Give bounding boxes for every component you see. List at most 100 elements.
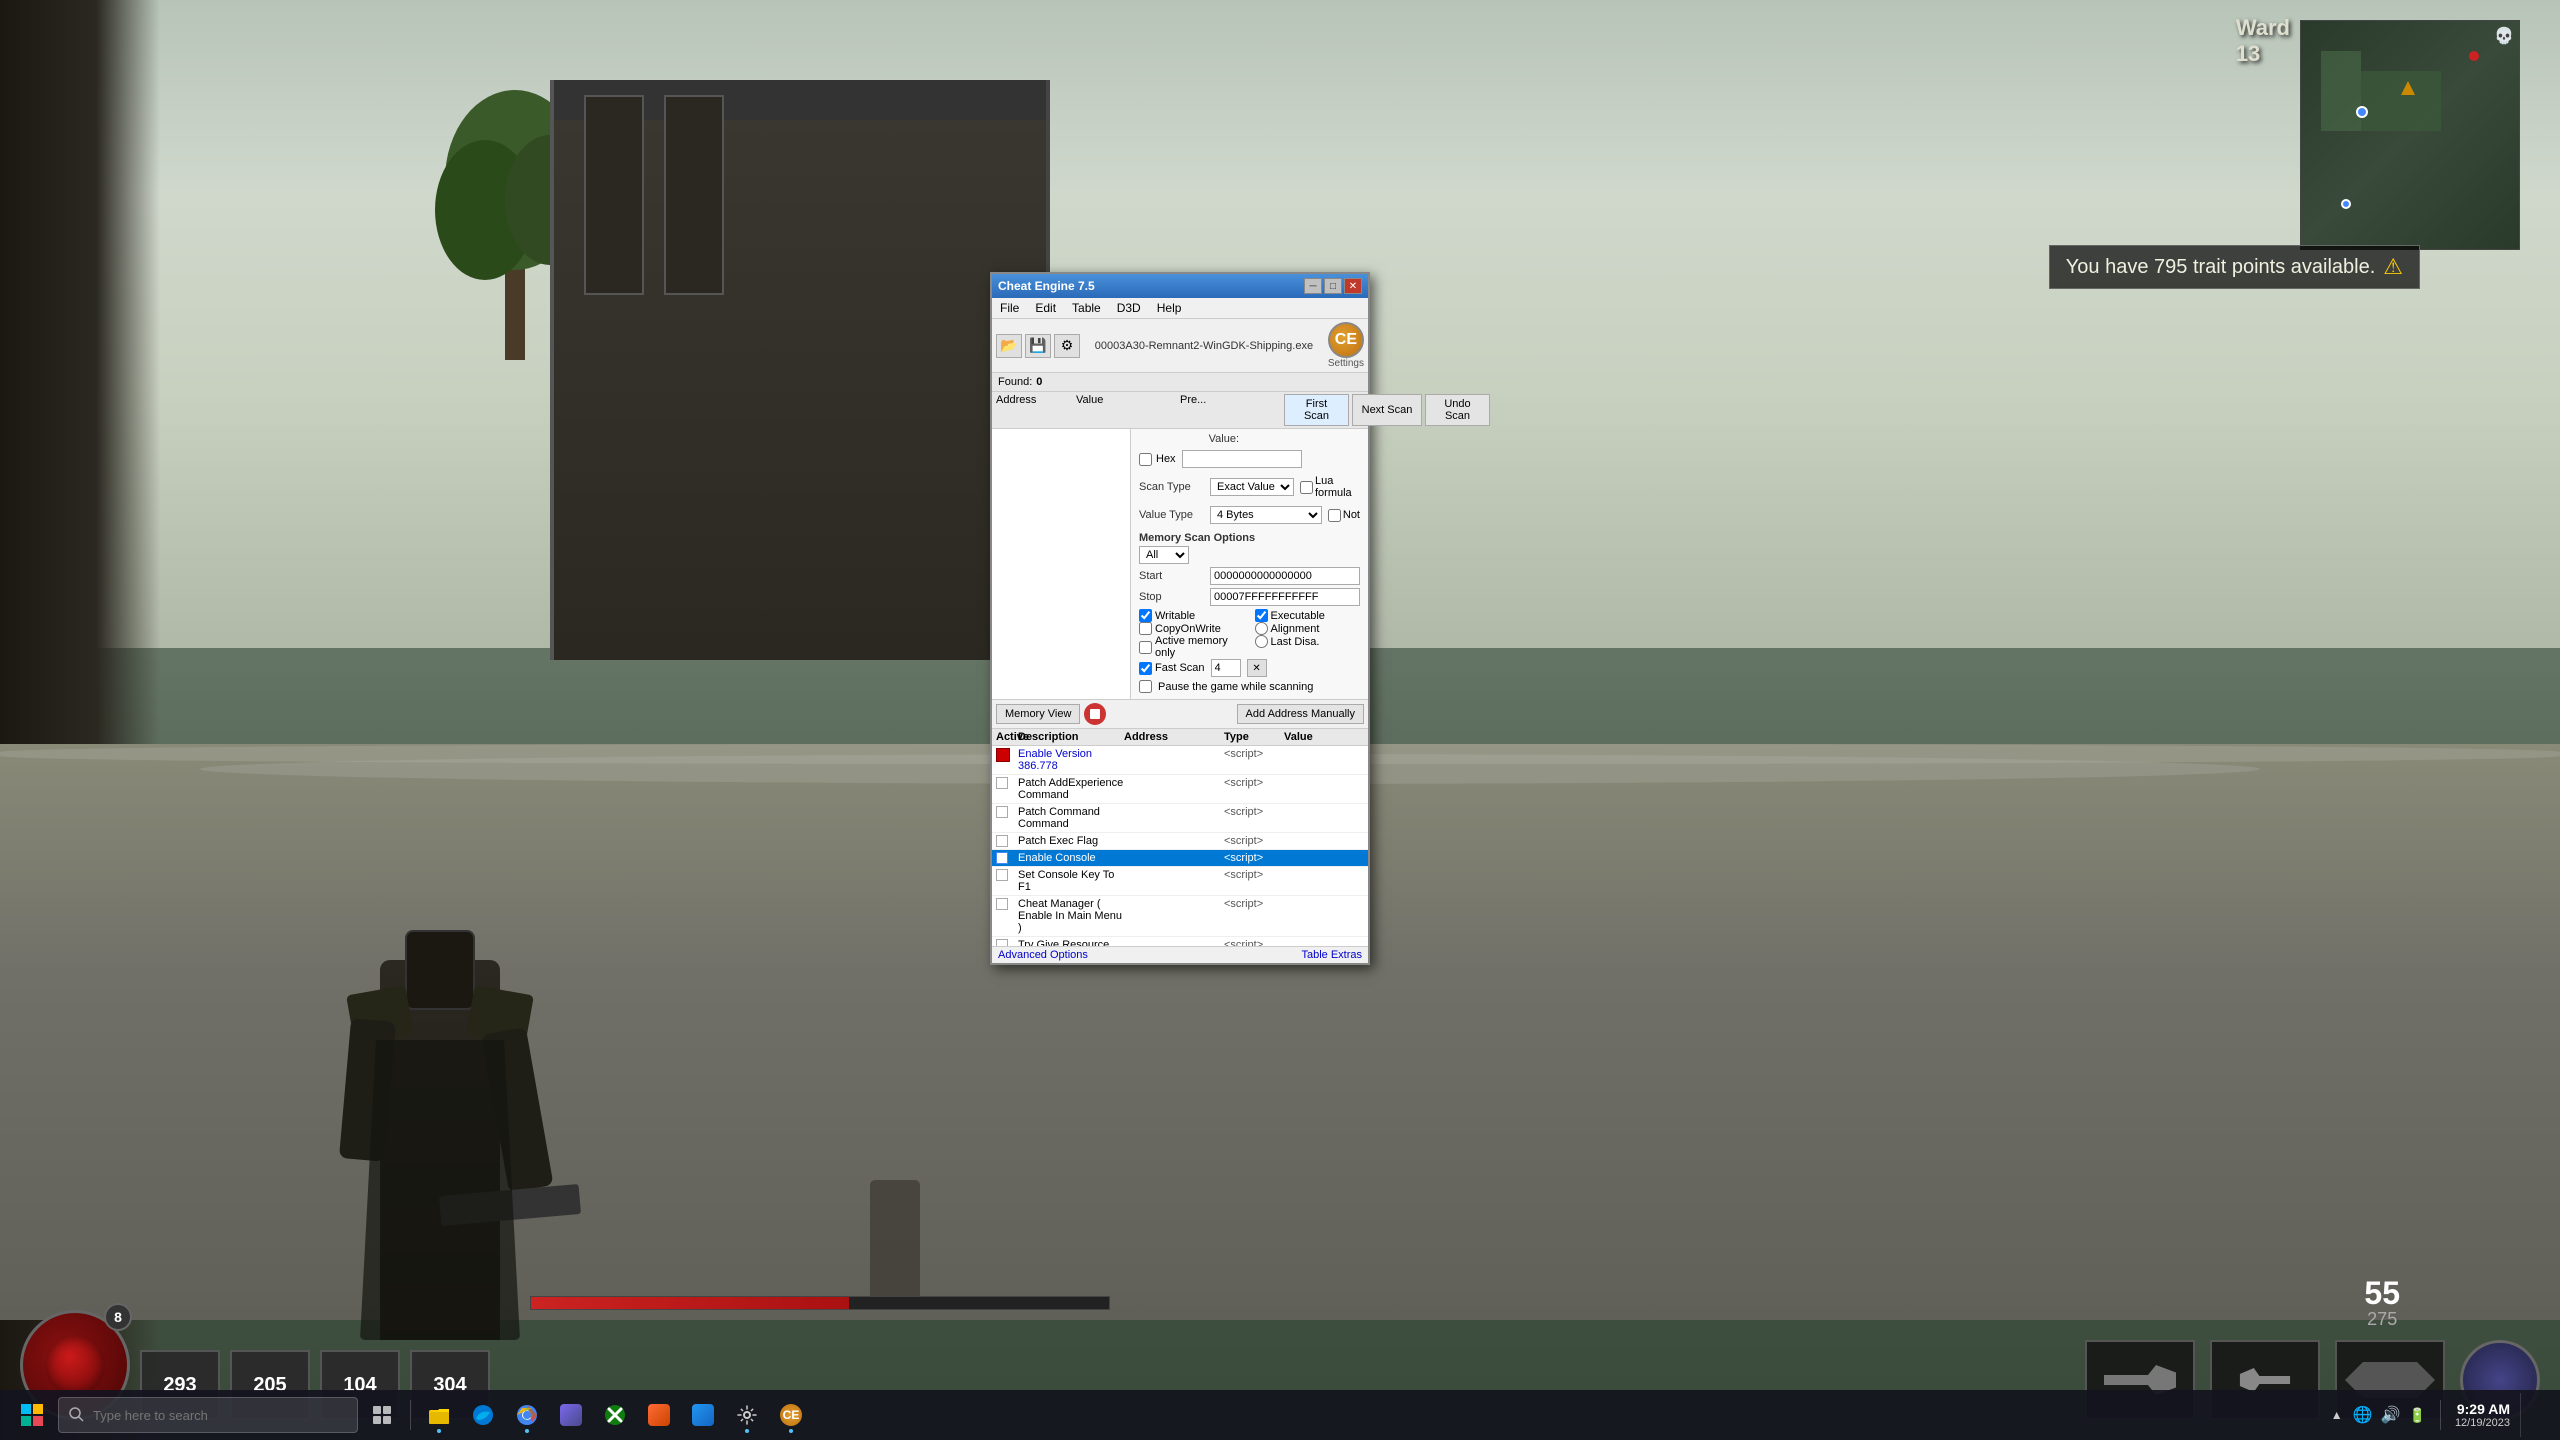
active-indicator[interactable] xyxy=(996,777,1008,789)
last-disas-radio[interactable] xyxy=(1255,635,1268,648)
not-checkbox[interactable] xyxy=(1328,509,1341,522)
app-icon xyxy=(560,1404,582,1426)
writable-checkbox[interactable] xyxy=(1139,609,1152,622)
scan-type-select[interactable]: Exact Value xyxy=(1210,478,1294,496)
toolbar-save-btn[interactable]: 💾 xyxy=(1025,334,1051,358)
toolbar-open-btn[interactable]: 📂 xyxy=(996,334,1022,358)
executable-checkbox[interactable] xyxy=(1255,609,1268,622)
menu-file[interactable]: File xyxy=(996,300,1023,316)
menu-table[interactable]: Table xyxy=(1068,300,1105,316)
ce-toolbar-buttons: 📂 💾 ⚙ xyxy=(996,334,1080,358)
show-desktop-button[interactable] xyxy=(2520,1393,2550,1437)
menu-edit[interactable]: Edit xyxy=(1031,300,1060,316)
undo-scan-button[interactable]: Undo Scan xyxy=(1425,394,1490,426)
value-row: Value: xyxy=(1131,429,1368,445)
table-row[interactable]: Patch AddExperience Command <script> xyxy=(992,775,1368,804)
table-row[interactable]: Enable Console <script> xyxy=(992,850,1368,867)
table-row[interactable]: Set Console Key To F1 <script> xyxy=(992,867,1368,896)
close-button[interactable]: ✕ xyxy=(1344,278,1362,294)
taskbar-app-button-3[interactable] xyxy=(683,1395,723,1435)
hex-input[interactable] xyxy=(1182,450,1302,468)
hex-checkbox[interactable] xyxy=(1139,453,1152,466)
active-indicator[interactable] xyxy=(996,806,1008,818)
memory-view-button[interactable]: Memory View xyxy=(996,704,1080,724)
stop-button[interactable] xyxy=(1084,703,1106,725)
network-icon[interactable]: 🌐 xyxy=(2353,1405,2373,1425)
ce-column-headers: Address Value Pre... First Scan Next Sca… xyxy=(992,392,1368,429)
taskbar-app-button[interactable] xyxy=(551,1395,591,1435)
row-address xyxy=(1124,748,1224,772)
memory-all-select[interactable]: All xyxy=(1139,546,1189,564)
active-indicator[interactable] xyxy=(996,748,1010,762)
active-indicator[interactable] xyxy=(996,939,1008,946)
start-input[interactable] xyxy=(1210,567,1360,585)
edge-browser-button[interactable] xyxy=(463,1395,503,1435)
date-display: 12/19/2023 xyxy=(2455,1417,2510,1429)
ce-table-header: Active Description Address Type Value xyxy=(992,729,1368,746)
toolbar-settings-btn[interactable]: ⚙ xyxy=(1054,334,1080,358)
show-hidden-icons-button[interactable]: ▲ xyxy=(2331,1408,2343,1422)
next-scan-button[interactable]: Next Scan xyxy=(1352,394,1422,426)
value-type-select[interactable]: 4 Bytes xyxy=(1210,506,1322,524)
cheat-engine-taskbar-button[interactable]: CE xyxy=(771,1395,811,1435)
alignment-radio[interactable] xyxy=(1255,622,1268,635)
file-explorer-button[interactable] xyxy=(419,1395,459,1435)
taskbar-search-box[interactable] xyxy=(58,1397,358,1433)
xbox-app-button[interactable] xyxy=(595,1395,635,1435)
active-indicator[interactable] xyxy=(996,898,1008,910)
active-indicator[interactable] xyxy=(996,835,1008,847)
search-input[interactable] xyxy=(93,1408,293,1423)
col-address: Address xyxy=(1124,731,1224,743)
settings-button[interactable] xyxy=(727,1395,767,1435)
table-row[interactable]: Cheat Manager ( Enable In Main Menu ) <s… xyxy=(992,896,1368,937)
taskbar-app-button-2[interactable] xyxy=(639,1395,679,1435)
pause-checkbox[interactable] xyxy=(1139,680,1152,693)
stop-icon xyxy=(1090,709,1100,719)
add-address-manually-button[interactable]: Add Address Manually xyxy=(1237,704,1364,724)
fast-scan-clear-btn[interactable]: ✕ xyxy=(1247,659,1267,677)
active-memory-checkbox[interactable] xyxy=(1139,641,1152,654)
active-indicator[interactable] xyxy=(996,869,1008,881)
cheat-engine-window[interactable]: Cheat Engine 7.5 ─ □ ✕ File Edit Table D… xyxy=(990,272,1370,965)
ce-table-body: Enable Version 386.778 <script> Patch Ad… xyxy=(992,746,1368,946)
menu-d3d[interactable]: D3D xyxy=(1113,300,1145,316)
found-value: 0 xyxy=(1036,376,1042,388)
table-row[interactable]: Try Give Resource <script> xyxy=(992,937,1368,946)
first-scan-button[interactable]: First Scan xyxy=(1284,394,1349,426)
fast-scan-checkbox[interactable] xyxy=(1139,662,1152,675)
table-row[interactable]: Enable Version 386.778 <script> xyxy=(992,746,1368,775)
copy-on-write-label: CopyOnWrite xyxy=(1139,622,1245,635)
menu-help[interactable]: Help xyxy=(1153,300,1186,316)
taskbar-divider-2 xyxy=(2440,1400,2441,1430)
advanced-options-link[interactable]: Advanced Options xyxy=(998,949,1088,961)
lua-formula-checkbox[interactable] xyxy=(1300,481,1313,494)
chrome-browser-button[interactable] xyxy=(507,1395,547,1435)
row-type: <script> xyxy=(1224,777,1284,801)
copy-on-write-checkbox[interactable] xyxy=(1139,622,1152,635)
clock[interactable]: 9:29 AM 12/19/2023 xyxy=(2455,1401,2510,1429)
app-active-dot xyxy=(789,1429,793,1433)
table-row[interactable]: Patch Command Command <script> xyxy=(992,804,1368,833)
file-explorer-icon xyxy=(428,1404,450,1426)
settings-icon xyxy=(736,1404,758,1426)
ce-window-controls[interactable]: ─ □ ✕ xyxy=(1304,278,1362,294)
stop-input[interactable] xyxy=(1210,588,1360,606)
fast-scan-value[interactable] xyxy=(1211,659,1241,677)
row-value xyxy=(1284,869,1364,893)
windows-logo-icon xyxy=(21,1404,43,1426)
minimize-button[interactable]: ─ xyxy=(1304,278,1322,294)
row-description: Cheat Manager ( Enable In Main Menu ) xyxy=(1018,898,1124,934)
table-extras-link[interactable]: Table Extras xyxy=(1301,949,1362,961)
active-indicator[interactable] xyxy=(996,852,1008,864)
row-type: <script> xyxy=(1224,748,1284,772)
battery-icon[interactable]: 🔋 xyxy=(2409,1407,2426,1424)
memory-scan-title: Memory Scan Options xyxy=(1139,532,1360,544)
maximize-button[interactable]: □ xyxy=(1324,278,1342,294)
row-address xyxy=(1124,852,1224,864)
ce-scan-options: Value: Hex Scan Type Exact Value Lua for… xyxy=(1131,429,1368,700)
windows-start-button[interactable] xyxy=(10,1393,54,1437)
system-tray: ▲ 🌐 🔊 🔋 9:29 AM 12/19/2023 xyxy=(2331,1393,2550,1437)
table-row[interactable]: Patch Exec Flag <script> xyxy=(992,833,1368,850)
task-view-button[interactable] xyxy=(362,1395,402,1435)
volume-icon[interactable]: 🔊 xyxy=(2381,1405,2401,1425)
